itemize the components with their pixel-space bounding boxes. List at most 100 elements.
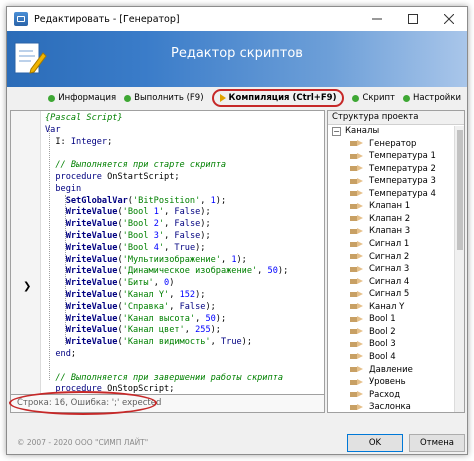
- code-text[interactable]: {Pascal Script} Var I: Integer; // Выполн…: [45, 113, 289, 394]
- tree-item-label: Температура 2: [369, 163, 436, 174]
- tree-item[interactable]: Температура 4: [328, 188, 464, 201]
- tree-item[interactable]: Генератор: [328, 137, 464, 150]
- tree-item[interactable]: Канал Y: [328, 301, 464, 314]
- tree-item-label: Расход: [369, 389, 401, 400]
- code-line: WriteValue('Биты', 0): [65, 278, 175, 289]
- tree-item-label: Bool 4: [369, 351, 396, 362]
- channel-icon: [350, 165, 364, 172]
- minimize-button[interactable]: [359, 7, 395, 31]
- channel-icon: [350, 278, 364, 285]
- tree-item-label: Bool 2: [369, 326, 396, 337]
- current-line-marker-icon: ❯: [23, 281, 32, 292]
- tree-item[interactable]: Температура 3: [328, 175, 464, 188]
- tree-item-label: Bool 3: [369, 339, 396, 350]
- tree-item[interactable]: Bool 3: [328, 338, 464, 351]
- tree-item[interactable]: Давление: [328, 363, 464, 376]
- tree-item-label: Уровень: [369, 377, 406, 388]
- script-button[interactable]: Скрипт: [352, 93, 395, 103]
- tree-item[interactable]: Сигнал 2: [328, 250, 464, 263]
- tree-item-label: Сигнал 2: [369, 251, 410, 262]
- minimize-icon: [372, 18, 382, 20]
- channel-icon: [350, 265, 364, 273]
- code-line: end;: [55, 348, 77, 359]
- info-button[interactable]: Информация: [48, 93, 116, 103]
- tree-item[interactable]: Bool 4: [328, 351, 464, 364]
- scrollbar-thumb[interactable]: [457, 130, 463, 250]
- settings-label: Настройки: [412, 93, 461, 103]
- tree-item-label: Температура 3: [369, 176, 436, 187]
- tree-item[interactable]: Сигнал 4: [328, 275, 464, 288]
- maximize-button[interactable]: [395, 7, 431, 31]
- title-bar: Редактировать - [Генератор]: [7, 7, 467, 31]
- tree-scrollbar[interactable]: [454, 126, 464, 412]
- line-gutter: [11, 111, 41, 394]
- tree-item[interactable]: Сигнал 5: [328, 288, 464, 301]
- tree-item-label: Bool 1: [369, 314, 396, 325]
- maximize-icon: [408, 14, 418, 24]
- channel-icon: [350, 403, 364, 411]
- channel-icon: [350, 240, 364, 248]
- tree-item[interactable]: Bool 1: [328, 313, 464, 326]
- tree-item-label: Давление: [369, 364, 413, 375]
- header-banner: Редактор скриптов: [7, 31, 467, 87]
- tree-root-label: Каналы: [345, 126, 380, 137]
- code-line: WriteValue('Bool 3', False);: [65, 230, 211, 241]
- code-line: // Выполняется при старте скрипта: [45, 160, 227, 171]
- tree-item[interactable]: Bool 2: [328, 326, 464, 339]
- close-button[interactable]: [431, 7, 467, 31]
- green-dot-icon: [48, 94, 56, 102]
- editor-window: Редактировать - [Генератор] Редактор скр…: [6, 6, 468, 455]
- tree-item-label: Сигнал 1: [369, 239, 410, 250]
- code-line: WriteValue('Мультиизображение', 1);: [65, 254, 247, 265]
- project-tree[interactable]: Структура проекта − Каналы Генератор Темп…: [327, 110, 465, 413]
- tree-item[interactable]: Клапан 3: [328, 225, 464, 238]
- tree-item-label: Температура 1: [369, 151, 436, 162]
- channel-icon: [350, 315, 364, 323]
- code-line: WriteValue('Канал цвет', 255);: [65, 325, 221, 336]
- run-button[interactable]: Выполнить (F9): [124, 93, 204, 103]
- channel-icon: [350, 353, 364, 360]
- tree-item-label: Клапан 2: [369, 213, 411, 224]
- green-dot-icon: [402, 94, 410, 102]
- tree-root-channels[interactable]: − Каналы: [328, 125, 464, 137]
- code-line: WriteValue('Bool 2', False);: [65, 219, 211, 230]
- code-line: WriteValue('Справка', False);: [65, 301, 216, 312]
- tree-item[interactable]: Клапан 1: [328, 200, 464, 213]
- code-line: // Выполняется при завершении работы скр…: [45, 372, 283, 383]
- tree-item[interactable]: Сигнал 3: [328, 263, 464, 276]
- code-line: WriteValue('Bool 4', True);: [65, 242, 206, 253]
- tree-item-label: Сигнал 5: [369, 289, 410, 300]
- play-arrow-icon: [219, 94, 226, 102]
- tree-items: Генератор Температура 1 Температура 2 Темпе…: [328, 137, 464, 412]
- tree-item[interactable]: Сигнал 1: [328, 238, 464, 251]
- settings-button[interactable]: Настройки: [402, 93, 461, 103]
- cancel-button[interactable]: Отмена: [409, 434, 465, 452]
- tree-item[interactable]: Клапан 2: [328, 213, 464, 226]
- channel-icon: [350, 366, 364, 373]
- code-line: WriteValue('Динамическое изображение', 5…: [65, 266, 289, 277]
- channel-icon: [350, 290, 364, 298]
- tree-item[interactable]: Заслонка: [328, 401, 464, 412]
- ok-button[interactable]: OK: [347, 434, 403, 452]
- tree-item[interactable]: Температура 2: [328, 162, 464, 175]
- tree-item[interactable]: Расход: [328, 388, 464, 401]
- code-editor[interactable]: ❯ {Pascal Script} Var I: Integer; // Выпо…: [10, 110, 325, 395]
- close-icon: [444, 14, 454, 24]
- tree-item[interactable]: Температура 1: [328, 150, 464, 163]
- compile-button[interactable]: Компиляция (Ctrl+F9): [211, 89, 345, 107]
- tree-header: Структура проекта: [328, 111, 464, 125]
- tree-item-label: Сигнал 3: [369, 264, 410, 275]
- tree-item-label: Канал Y: [369, 301, 405, 312]
- collapse-icon[interactable]: −: [332, 126, 341, 136]
- code-line: WriteValue('Канал высота', 50);: [65, 313, 227, 324]
- code-line: WriteValue('Bool 1', False);: [65, 207, 211, 218]
- code-line: WriteValue('Канал видимость', True);: [65, 337, 253, 348]
- channel-icon: [350, 190, 364, 197]
- code-line: begin: [55, 183, 82, 194]
- channel-icon: [350, 391, 364, 398]
- window-title: Редактировать - [Генератор]: [34, 13, 180, 25]
- tree-item[interactable]: Уровень: [328, 376, 464, 389]
- channel-icon: [350, 303, 364, 310]
- tree-item-label: Генератор: [369, 138, 417, 149]
